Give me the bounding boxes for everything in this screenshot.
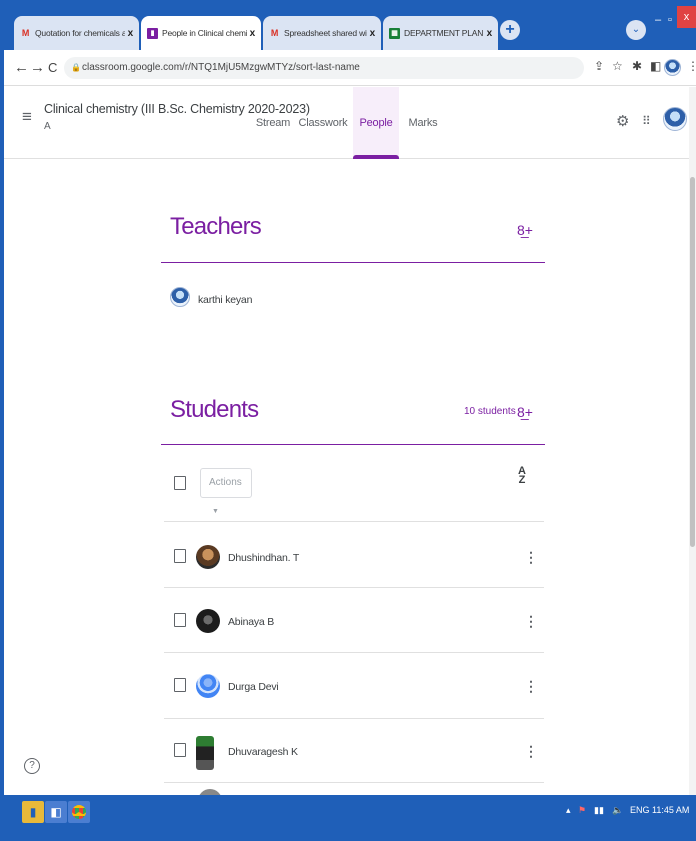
student-avatar: [196, 674, 220, 698]
sheets-icon: ▦: [389, 27, 400, 39]
student-name: Abinaya B: [228, 616, 275, 628]
actions-label: Actions: [209, 477, 242, 488]
browser-tab-department-plan[interactable]: ▦ DEPARTMENT PLAN FOR PRESE x: [383, 16, 498, 50]
select-all-checkbox[interactable]: [174, 476, 186, 490]
student-name: Dhuvaragesh K: [228, 746, 298, 758]
tab-search-button[interactable]: ⌄: [626, 20, 646, 40]
tray-flag-icon[interactable]: ⚑: [578, 805, 586, 816]
windows-taskbar: ▮ ◧ ▴ ⚑ ▮▮ 🔈 ENG 11:45 AM: [0, 795, 696, 841]
tab-title: Spreadsheet shared with you: "D: [284, 28, 367, 38]
tab-stream[interactable]: Stream: [250, 87, 296, 159]
browser-tab-quotation[interactable]: M Quotation for chemicals and gla x: [14, 16, 139, 50]
student-more-icon[interactable]: ⋮: [524, 549, 538, 566]
student-avatar: [196, 736, 214, 770]
teacher-name: karthi keyan: [198, 294, 253, 306]
tab-strip: M Quotation for chemicals and gla x ▮ Pe…: [4, 6, 696, 50]
teacher-avatar: [170, 287, 190, 307]
class-settings-gear-icon[interactable]: ⚙: [616, 112, 629, 130]
tray-arrow-icon[interactable]: ▴: [566, 805, 571, 816]
active-tab-indicator: [353, 155, 399, 159]
tab-classwork[interactable]: Classwork: [298, 87, 348, 159]
network-icon[interactable]: ▮▮: [594, 805, 604, 816]
side-panel-icon[interactable]: ◧: [650, 59, 661, 73]
browser-tab-spreadsheet[interactable]: M Spreadsheet shared with you: "D x: [263, 16, 381, 50]
clock[interactable]: 11:45 AM: [652, 805, 689, 815]
class-section: A: [44, 121, 51, 132]
students-divider: [161, 444, 545, 445]
row-divider: [164, 521, 544, 522]
student-count: 10 students: [464, 406, 516, 417]
student-checkbox[interactable]: [174, 549, 186, 563]
lock-icon: 🔒: [71, 63, 81, 72]
student-name: Dhushindhan. T: [228, 552, 300, 564]
apps-grid-icon[interactable]: ⠿: [642, 114, 651, 128]
account-avatar[interactable]: [663, 107, 687, 131]
url-bar[interactable]: 🔒 classroom.google.com/r/NTQ1MjU5MzgwMTY…: [64, 57, 584, 79]
close-window-icon[interactable]: x: [677, 6, 696, 28]
main-menu-icon[interactable]: ≡: [22, 107, 32, 127]
close-tab-icon[interactable]: x: [128, 28, 134, 39]
page-scrollbar[interactable]: [689, 87, 696, 801]
address-toolbar: ← → C 🔒 classroom.google.com/r/NTQ1MjU5M…: [4, 50, 696, 86]
student-more-icon[interactable]: ⋮: [524, 613, 538, 630]
actions-dropdown[interactable]: Actions ▼: [200, 468, 252, 515]
student-checkbox[interactable]: [174, 743, 186, 757]
restore-icon[interactable]: ▫: [664, 14, 676, 26]
tab-title: People in Clinical chemistry (III B.: [162, 28, 247, 38]
student-avatar: [196, 545, 220, 569]
tab-marks[interactable]: Marks: [400, 87, 446, 159]
tab-title: Quotation for chemicals and gla: [35, 28, 125, 38]
forward-icon[interactable]: →: [30, 59, 45, 76]
close-tab-icon[interactable]: x: [250, 28, 256, 39]
new-tab-button[interactable]: +: [500, 20, 520, 40]
file-explorer-icon[interactable]: ◧: [45, 801, 67, 823]
tab-title: DEPARTMENT PLAN FOR PRESE: [404, 28, 484, 38]
minimize-icon[interactable]: –: [652, 14, 664, 26]
close-tab-icon[interactable]: x: [370, 28, 376, 39]
bookmark-star-icon[interactable]: ☆: [612, 59, 623, 73]
student-checkbox[interactable]: [174, 678, 186, 692]
row-divider: [164, 718, 544, 719]
chevron-down-icon: ▼: [212, 508, 219, 515]
language-indicator[interactable]: ENG: [630, 805, 650, 815]
invite-student-icon[interactable]: 8̲+: [517, 404, 533, 420]
gmail-icon: M: [21, 28, 30, 38]
invite-teacher-icon[interactable]: 8̲+: [517, 222, 533, 238]
close-tab-icon[interactable]: x: [487, 28, 493, 39]
browser-tab-people[interactable]: ▮ People in Clinical chemistry (III B. x: [141, 16, 261, 50]
volume-icon[interactable]: 🔈: [612, 805, 623, 816]
reload-icon[interactable]: C: [48, 60, 57, 75]
student-more-icon[interactable]: ⋮: [524, 678, 538, 695]
start-icon[interactable]: ▮: [22, 801, 44, 823]
chrome-taskbar-icon[interactable]: [68, 801, 90, 823]
gmail-icon: M: [270, 28, 279, 38]
extensions-icon[interactable]: ✱: [632, 59, 642, 73]
scrollbar-thumb[interactable]: [690, 177, 695, 547]
browser-menu-icon[interactable]: ⋮: [687, 59, 696, 73]
back-icon[interactable]: ←: [14, 59, 29, 76]
student-name: Durga Devi: [228, 681, 279, 693]
tab-people-label: People: [359, 117, 393, 129]
student-more-icon[interactable]: ⋮: [524, 743, 538, 760]
share-icon[interactable]: ⇪: [594, 59, 604, 73]
url-text: classroom.google.com/r/NTQ1MjU5MzgwMTYz/…: [82, 62, 360, 73]
row-divider: [164, 587, 544, 588]
students-heading: Students: [170, 396, 259, 423]
row-divider: [164, 782, 544, 783]
browser-window: M Quotation for chemicals and gla x ▮ Pe…: [4, 6, 696, 841]
help-icon[interactable]: ?: [24, 758, 40, 774]
teachers-divider: [161, 262, 545, 263]
teachers-heading: Teachers: [170, 213, 262, 240]
student-checkbox[interactable]: [174, 613, 186, 627]
profile-avatar[interactable]: [664, 59, 681, 76]
student-avatar: [196, 609, 220, 633]
classroom-header: ≡ Clinical chemistry (III B.Sc. Chemistr…: [4, 87, 696, 159]
tab-people[interactable]: People: [353, 87, 399, 159]
classroom-icon: ▮: [147, 27, 158, 39]
row-divider: [164, 652, 544, 653]
sort-az-icon[interactable]: A Z: [518, 466, 526, 486]
